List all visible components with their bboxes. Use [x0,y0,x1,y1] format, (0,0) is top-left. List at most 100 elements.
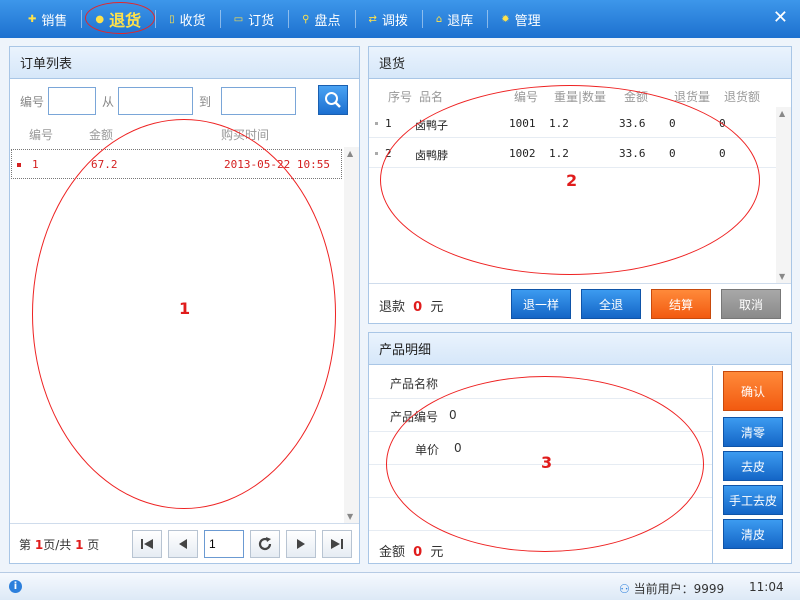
nav-label: 调拨 [381,13,408,29]
cell-amount: 33.6 [619,117,646,130]
return-footer: 退款 0 元 退一样 全退 结算 取消 [369,283,791,323]
return-scrollbar[interactable]: ▲ ▼ [776,107,791,283]
magnifier-icon: ⚲ [302,13,310,25]
transfer-icon: ⇄ [368,13,377,25]
nav-item-sales[interactable]: ✚ 销售 [14,0,81,38]
col-ret-amount: 退货额 [724,90,761,104]
nav-item-ordering[interactable]: ▭ 订货 [219,0,288,38]
settle-button[interactable]: 结算 [651,289,711,319]
col-name: 品名 [419,90,444,104]
total-pages: 1 [75,538,84,552]
page-input[interactable] [204,530,244,558]
order-grid-header: 编号 金额 购买时间 [10,121,359,145]
first-page-button[interactable] [132,530,162,558]
last-page-button[interactable] [322,530,352,558]
document-icon: ▯ [169,13,175,25]
col-seq: 序号 [388,90,413,104]
page-prefix: 第 [19,538,32,552]
table-row[interactable]: 2 卤鸭脖 1002 1.2 33.6 0 0 [369,138,776,168]
date-from-input[interactable] [118,87,194,115]
table-row[interactable]: 1 卤鸭子 1001 1.2 33.6 0 0 [369,108,776,138]
product-code-row: 产品编号 0 [369,399,712,432]
scroll-up-icon[interactable]: ▲ [347,149,353,158]
cell-name: 卤鸭子 [415,119,448,132]
panel-title: 退货 [369,47,791,79]
info-icon[interactable]: i [9,580,22,593]
user-label: 当前用户： [633,582,694,596]
order-no-input[interactable] [48,87,97,115]
product-name-label: 产品名称 [390,377,439,391]
clear-zero-button[interactable]: 清零 [723,417,783,447]
annotation-number-3: 3 [541,453,553,472]
return-panel: 退货 序号 品名 编号 重量|数量 金额 退货量 退货额 1 卤鸭子 1001 … [368,46,792,324]
confirm-button[interactable]: 确认 [723,371,783,411]
total-unit: 元 [430,545,444,560]
page-info: 第 1页/共 1 页 [19,536,99,553]
nav-item-returns[interactable]: ● 退货 [81,0,156,38]
cell-qty: 0 [669,117,676,130]
return-all-button[interactable]: 全退 [581,289,641,319]
nav-label: 收货 [179,13,206,29]
clear-tare-button[interactable]: 清皮 [723,519,783,549]
refund-value: 0 [413,300,423,315]
nav-item-inventory[interactable]: ⚲ 盘点 [288,0,354,38]
home-icon: ⌂ [435,13,443,25]
tare-button[interactable]: 去皮 [723,451,783,481]
page-mid: 页/共 [43,538,72,552]
nav-item-transfer[interactable]: ⇄ 调拨 [354,0,422,38]
date-to-input[interactable] [221,87,297,115]
next-page-button[interactable] [286,530,316,558]
gear-icon: ✹ [501,13,510,25]
user-value: 9999 [693,582,725,596]
table-row[interactable]: 1 67.2 2013-05-22 10:55 [11,149,342,179]
refresh-button[interactable] [250,530,280,558]
row-marker [375,152,378,155]
detail-total: 金额 0 元 [379,541,443,560]
unit-price-label: 单价 [415,443,440,457]
cell-seq: 1 [385,117,392,130]
refresh-icon [258,537,272,551]
cell-ret-amount: 0 [719,117,726,130]
cell-qty: 0 [669,147,676,160]
search-button[interactable] [318,85,348,115]
cell-ret-amount: 0 [719,147,726,160]
scroll-down-icon[interactable]: ▼ [347,512,353,521]
scroll-up-icon[interactable]: ▲ [779,109,785,118]
prev-page-button[interactable] [168,530,198,558]
nav-item-management[interactable]: ✹ 管理 [487,0,554,38]
order-scrollbar[interactable]: ▲ ▼ [344,147,359,523]
close-icon[interactable]: ✕ [773,7,788,28]
cell-time: 2013-05-22 10:55 [224,158,330,171]
nav-item-stock-return[interactable]: ⌂ 退库 [421,0,487,38]
col-no: 编号 [29,128,54,142]
nav-item-receiving[interactable]: ▯ 收货 [155,0,220,38]
sales-icon: ✚ [28,13,37,25]
cell-no: 1 [32,158,39,171]
from-label: 从 [102,94,115,109]
return-same-button[interactable]: 退一样 [511,289,571,319]
order-icon: ▭ [233,13,244,25]
user-icon: ⚇ [619,582,630,596]
clock: 11:04 [749,580,784,594]
cancel-button[interactable]: 取消 [721,289,781,319]
cell-weight: 1.2 [549,117,569,130]
total-value: 0 [413,545,423,560]
next-page-icon [297,539,305,549]
col-amount: 金额 [89,128,114,142]
scroll-down-icon[interactable]: ▼ [779,272,785,281]
annotation-number-1: 1 [179,299,191,318]
col-qty: 退货量 [674,90,711,104]
page-suffix: 页 [87,538,100,552]
refund-summary: 退款 0 元 [379,296,443,315]
product-detail-panel: 产品明细 产品名称 产品编号 0 单价 0 金额 0 元 确认 清零 去皮 手工… [368,332,792,564]
manual-tare-button[interactable]: 手工去皮 [723,485,783,515]
unit-price-value: 0 [454,441,462,455]
pager: 第 1页/共 1 页 [10,523,359,563]
row-marker [375,122,378,125]
total-label: 金额 [379,545,406,560]
refund-label: 退款 [379,300,406,315]
nav-label: 退库 [447,13,474,29]
search-row: 编号 从 到 [10,85,359,117]
order-no-label: 编号 [20,94,45,109]
highlight-oval [85,2,156,34]
